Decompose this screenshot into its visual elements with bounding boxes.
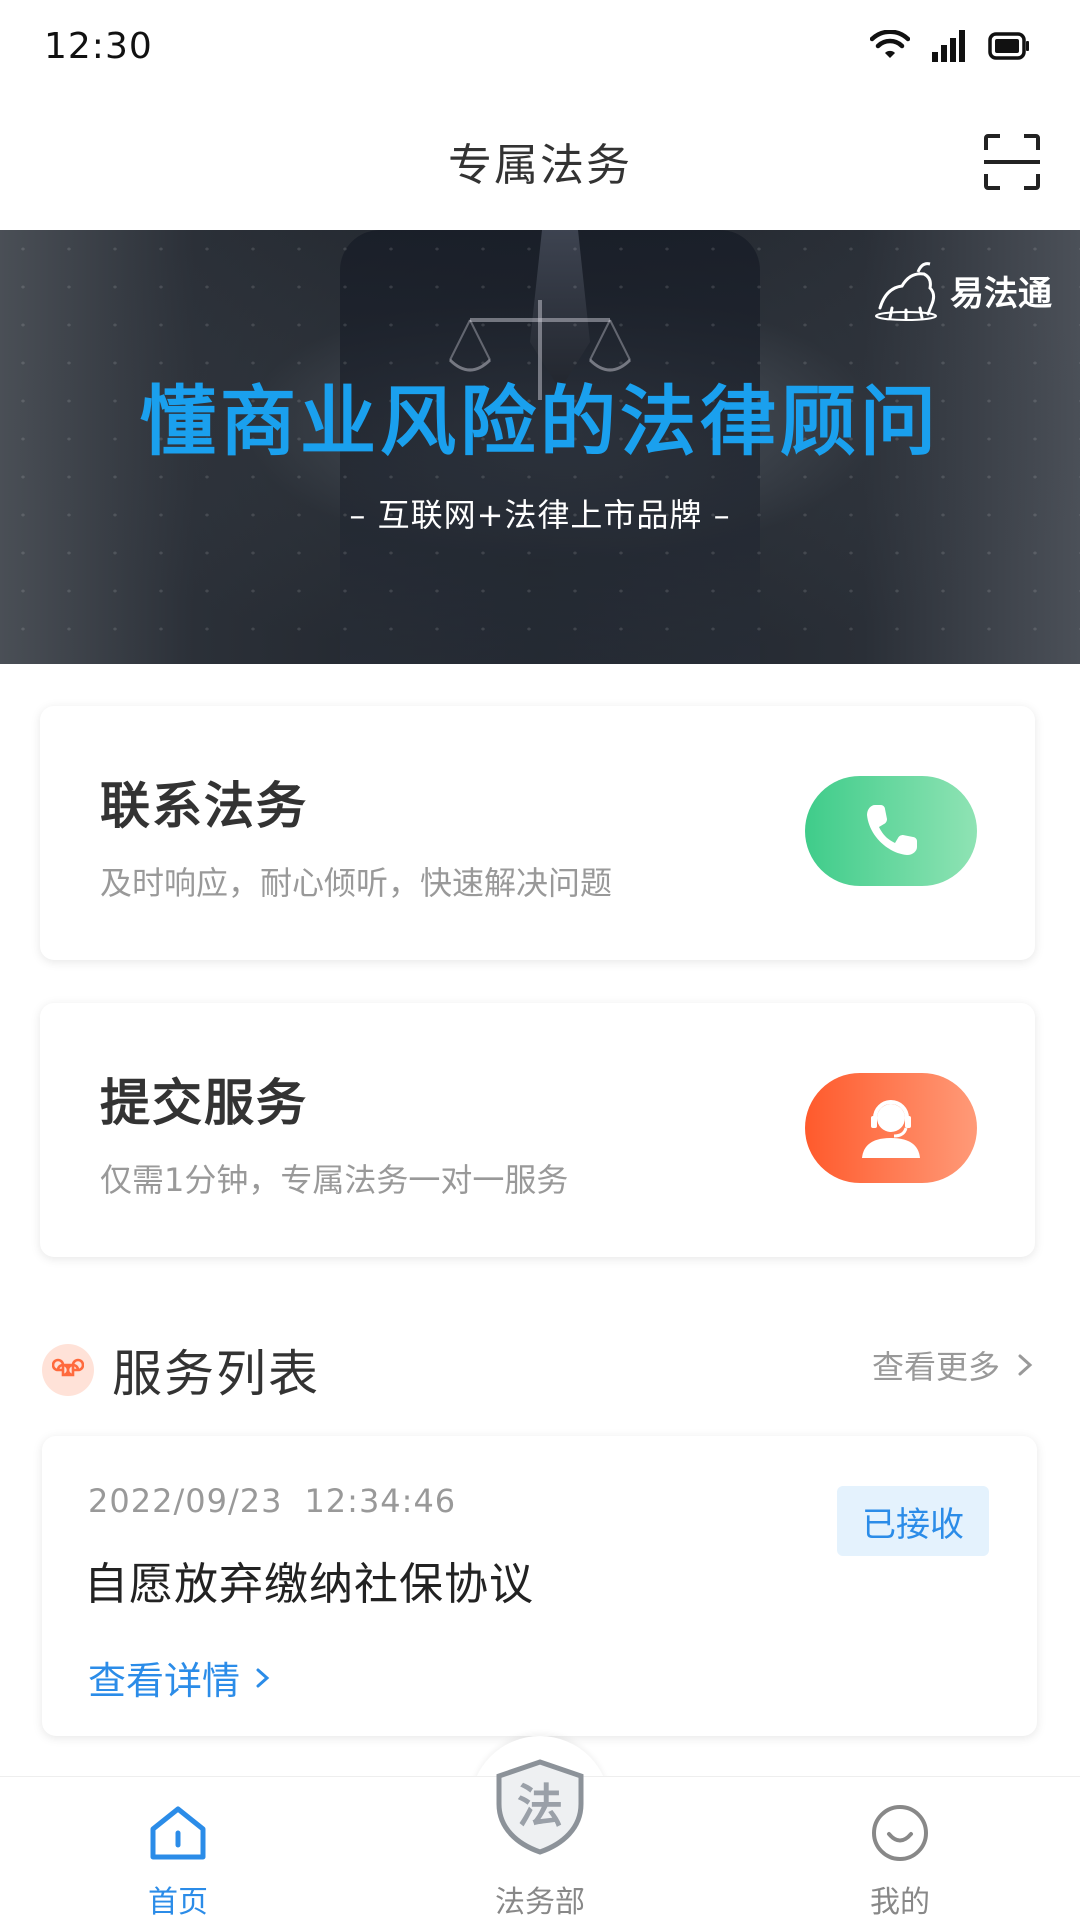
card-subtitle: 仅需1分钟，专属法务一对一服务 <box>100 1161 569 1199</box>
status-icons <box>870 30 1030 62</box>
view-details-link[interactable]: 查看详情 <box>88 1650 274 1705</box>
submit-service-card[interactable]: 提交服务 仅需1分钟，专属法务一对一服务 <box>40 1003 1035 1257</box>
command-icon <box>42 1344 94 1396</box>
phone-icon <box>867 805 917 855</box>
tab-label: 法务部 <box>495 1885 585 1920</box>
status-time: 12:30 <box>44 25 153 67</box>
wifi-icon <box>870 30 910 58</box>
call-button[interactable] <box>805 776 977 886</box>
banner-headline: 懂商业风险的法律顾问 <box>140 377 940 466</box>
service-time: 12:34:46 <box>304 1482 457 1520</box>
tab-mine[interactable]: 我的 <box>800 1777 1000 1921</box>
brand-name: 易法通 <box>950 273 1052 314</box>
smiley-icon <box>872 1805 928 1861</box>
title-bar: 专属法务 <box>0 92 1080 230</box>
service-title: 自愿放弃缴纳社保协议 <box>84 1559 534 1610</box>
service-item-card[interactable]: 2022/09/23 12:34:46 自愿放弃缴纳社保协议 已接收 查看详情 <box>42 1436 1037 1736</box>
view-more-label: 查看更多 <box>871 1348 1000 1386</box>
scan-icon[interactable] <box>982 132 1042 192</box>
customer-service-icon <box>862 1100 920 1158</box>
signal-icon <box>932 30 965 62</box>
chevron-right-icon <box>1018 1354 1033 1376</box>
battery-icon <box>988 32 1029 60</box>
tab-label: 首页 <box>148 1885 208 1920</box>
brand-logo: 易法通 <box>872 258 1052 322</box>
contact-legal-card[interactable]: 联系法务 及时响应，耐心倾听，快速解决问题 <box>40 706 1035 960</box>
home-icon <box>150 1806 206 1860</box>
card-title: 提交服务 <box>100 1074 308 1132</box>
service-list-header: 服务列表 查看更多 <box>42 1330 1040 1410</box>
section-title: 服务列表 <box>112 1345 320 1403</box>
banner-subline: – 互联网+法律上市品牌 – <box>349 496 731 534</box>
view-more-link[interactable]: 查看更多 <box>872 1342 1040 1388</box>
page-title: 专属法务 <box>448 140 632 191</box>
service-date: 2022/09/23 <box>88 1482 283 1520</box>
view-details-label: 查看详情 <box>88 1659 241 1703</box>
service-timestamp: 2022/09/23 12:34:46 <box>88 1482 478 1520</box>
status-bar: 12:30 <box>0 0 1080 92</box>
qilin-logo-icon <box>875 262 937 321</box>
tab-label: 我的 <box>870 1885 930 1920</box>
chevron-right-icon <box>256 1668 270 1687</box>
shield-law-text: 法 <box>517 1779 563 1833</box>
tab-home[interactable]: 首页 <box>78 1777 278 1921</box>
promo-banner[interactable]: 易法通 懂商业风险的法律顾问 – 互联网+法律上市品牌 – <box>0 230 1080 664</box>
status-badge: 已接收 <box>837 1486 989 1556</box>
customer-service-button[interactable] <box>805 1073 977 1183</box>
card-title: 联系法务 <box>100 777 308 835</box>
card-subtitle: 及时响应，耐心倾听，快速解决问题 <box>100 864 613 902</box>
